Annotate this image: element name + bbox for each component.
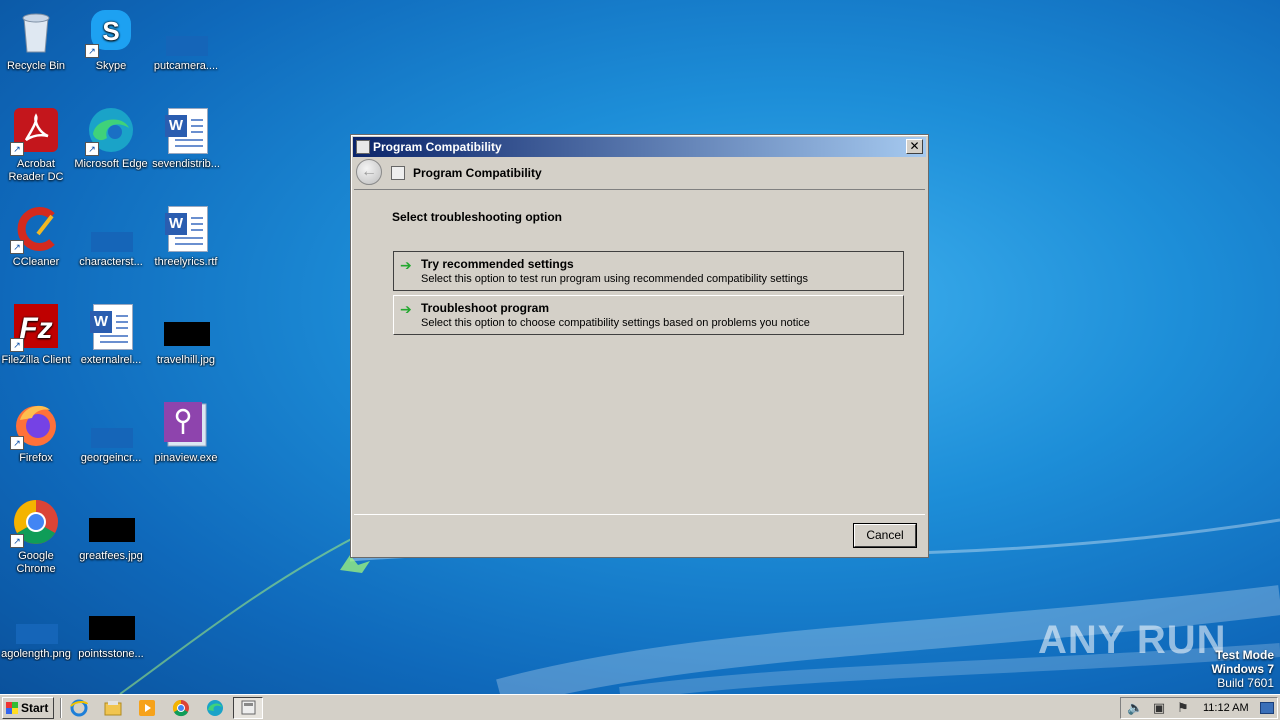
media-player-icon[interactable] [137, 698, 157, 718]
option-troubleshoot-program[interactable]: ➔ Troubleshoot program Select this optio… [393, 295, 904, 335]
filezilla-icon: Fz ↗ [10, 302, 60, 352]
image-thumbnail-icon [87, 596, 135, 644]
troubleshooter-icon [391, 166, 405, 180]
file-thumbnail-icon [12, 596, 60, 644]
taskbar-program-compatibility[interactable] [233, 697, 263, 719]
file-thumbnail-icon [87, 204, 135, 252]
option-description: Select this option to test run program u… [421, 273, 809, 285]
option-title: Troubleshoot program [421, 301, 550, 315]
internet-explorer-icon[interactable] [69, 698, 89, 718]
word-document-icon: W [162, 106, 210, 154]
desktop-icon-threelyrics[interactable]: W threelyrics.rtf [148, 200, 224, 290]
chrome-icon: ↗ [10, 498, 60, 548]
desktop-icon-externalrel[interactable]: W externalrel... [73, 298, 149, 388]
anyrun-watermark: ANY RUN [1038, 612, 1238, 672]
pinaview-exe-icon [162, 400, 210, 448]
edge-icon: ↗ [85, 106, 135, 156]
dialog-window-title: Program Compatibility [373, 140, 502, 154]
network-icon[interactable]: ▣ [1151, 701, 1167, 715]
green-arrow-icon: ➔ [400, 257, 412, 273]
dialog-content: Select troubleshooting option ➔ Try reco… [354, 189, 925, 515]
desktop-icon-pinaview[interactable]: pinaview.exe [148, 396, 224, 486]
ccleaner-icon: ↗ [10, 204, 60, 254]
acrobat-icon: ↗ [10, 106, 60, 156]
desktop-icon-georgeincr[interactable]: georgeincr... [73, 396, 149, 486]
page-heading: Select troubleshooting option [392, 210, 562, 224]
desktop-icon-skype[interactable]: S ↗ Skype [73, 4, 149, 94]
back-arrow-icon[interactable]: ← [356, 159, 382, 185]
volume-icon[interactable]: 🔈 [1127, 701, 1143, 715]
word-document-icon: W [162, 204, 210, 252]
clock[interactable]: 11:12 AM [1203, 702, 1249, 714]
nav-title: Program Compatibility [413, 166, 542, 180]
watermark-text: ANY RUN [1038, 618, 1227, 662]
start-button[interactable]: Start [2, 697, 54, 719]
option-title: Try recommended settings [421, 257, 574, 271]
desktop-icon-pointsstone[interactable]: pointsstone... [73, 592, 149, 682]
image-thumbnail-icon [162, 302, 210, 350]
shortcut-arrow-icon: ↗ [10, 142, 24, 156]
green-arrow-icon: ➔ [400, 301, 412, 317]
desktop-icon-greatfees[interactable]: greatfees.jpg [73, 494, 149, 584]
option-try-recommended-settings[interactable]: ➔ Try recommended settings Select this o… [393, 251, 904, 291]
shortcut-arrow-icon: ↗ [10, 338, 24, 352]
edge-icon[interactable] [205, 698, 225, 718]
show-desktop-icon[interactable] [1260, 702, 1274, 714]
image-thumbnail-icon [87, 498, 135, 546]
taskbar: Start 🔈 ▣ ⚑ 11:12 AM [0, 694, 1280, 720]
cancel-button[interactable]: Cancel [854, 524, 916, 547]
desktop-icon-agolength[interactable]: agolength.png [0, 592, 74, 682]
desktop-icon-chrome[interactable]: ↗ Google Chrome [0, 494, 74, 584]
firefox-icon: ↗ [10, 400, 60, 450]
action-center-flag-icon[interactable]: ⚑ [1175, 701, 1191, 715]
windows-logo-icon [6, 702, 18, 714]
file-thumbnail-icon [87, 400, 135, 448]
program-compatibility-dialog: Program Compatibility ✕ ← Program Compat… [350, 134, 929, 558]
desktop-icon-putcamera[interactable]: putcamera.... [148, 4, 224, 94]
test-mode-notice: Test Mode Windows 7 Build 7601 [1211, 648, 1274, 690]
system-tray: 🔈 ▣ ⚑ 11:12 AM [1120, 697, 1278, 719]
skype-icon: S ↗ [85, 8, 135, 58]
chrome-icon[interactable] [171, 698, 191, 718]
desktop-icon-sevendistrib[interactable]: W sevendistrib... [148, 102, 224, 192]
shortcut-arrow-icon: ↗ [85, 44, 99, 58]
desktop-icon-edge[interactable]: ↗ Microsoft Edge [73, 102, 149, 192]
desktop-icon-acrobat[interactable]: ↗ Acrobat Reader DC [0, 102, 74, 192]
shortcut-arrow-icon: ↗ [10, 240, 24, 254]
close-button[interactable]: ✕ [906, 139, 923, 154]
window-icon [356, 140, 370, 154]
option-description: Select this option to choose compatibili… [421, 317, 810, 329]
desktop-icon-filezilla[interactable]: Fz ↗ FileZilla Client [0, 298, 74, 388]
desktop-icon-recycle-bin[interactable]: Recycle Bin [0, 4, 74, 94]
desktop-icon-travelhill[interactable]: travelhill.jpg [148, 298, 224, 388]
dialog-navbar: ← Program Compatibility [353, 158, 926, 188]
dialog-titlebar[interactable]: Program Compatibility ✕ [353, 137, 926, 157]
word-document-icon: W [87, 302, 135, 350]
file-thumbnail-icon [162, 8, 210, 56]
svg-text:Fz: Fz [19, 312, 52, 345]
file-explorer-icon[interactable] [103, 698, 123, 718]
shortcut-arrow-icon: ↗ [85, 142, 99, 156]
svg-text:S: S [102, 16, 119, 46]
desktop-icon-characterst[interactable]: characterst... [73, 200, 149, 290]
desktop-icon-ccleaner[interactable]: ↗ CCleaner [0, 200, 74, 290]
shortcut-arrow-icon: ↗ [10, 534, 24, 548]
desktop-icon-firefox[interactable]: ↗ Firefox [0, 396, 74, 486]
taskbar-separator [60, 698, 62, 718]
recycle-bin-icon [12, 8, 60, 56]
shortcut-arrow-icon: ↗ [10, 436, 24, 450]
